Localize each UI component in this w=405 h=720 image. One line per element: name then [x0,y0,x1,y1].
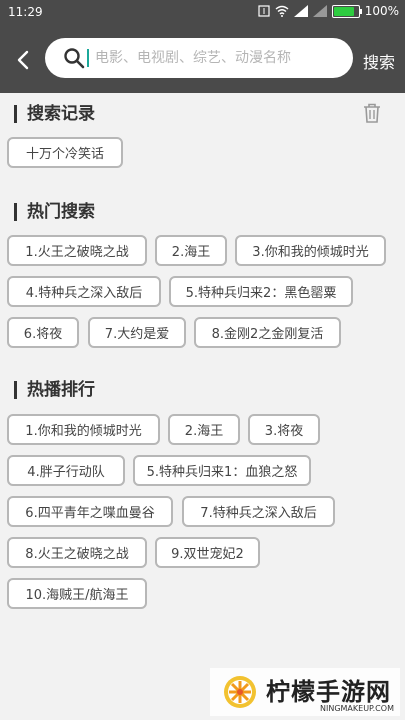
lemon-logo-icon [224,676,256,708]
search-box[interactable] [45,38,353,78]
hot-tag-8[interactable]: 8.金刚2之金刚复活 [194,317,341,348]
rank-tag-4[interactable]: 4.胖子行动队 [7,455,125,486]
rank-tag-7[interactable]: 7.特种兵之深入敌后 [182,496,335,527]
rank-tag-2[interactable]: 2.海王 [168,414,240,445]
rank-tag-9[interactable]: 9.双世宠妃2 [155,537,260,568]
trash-icon[interactable] [362,102,382,124]
history-tag[interactable]: 十万个冷笑话 [7,137,123,168]
rank-tag-6[interactable]: 6.四平青年之喋血曼谷 [7,496,173,527]
status-time: 11:29 [8,5,43,19]
hot-tag-6[interactable]: 6.将夜 [7,317,79,348]
hot-tag-2[interactable]: 2.海王 [155,235,227,266]
search-input[interactable] [95,50,345,66]
back-arrow-icon[interactable] [13,49,35,71]
rank-tag-10[interactable]: 10.海贼王/航海王 [7,578,147,609]
history-title: 搜索记录 [14,105,95,123]
search-button[interactable]: 搜索 [363,49,395,73]
hot-tag-5[interactable]: 5.特种兵归来2：黑色罂粟 [169,276,353,307]
rank-tag-8[interactable]: 8.火王之破晓之战 [7,537,147,568]
status-icons: 100% [258,4,399,18]
battery-percent: 100% [364,4,399,18]
alarm-icon [258,5,270,17]
watermark-text: 柠檬手游网 [266,678,391,706]
search-icon [64,48,85,69]
text-cursor [87,49,89,67]
battery-icon [331,4,362,18]
watermark: 柠檬手游网 NINGMAKEUP.COM [210,668,400,716]
signal-icon [293,5,308,17]
hot-tag-1[interactable]: 1.火王之破晓之战 [7,235,147,266]
hot-tag-7[interactable]: 7.大约是爱 [88,317,186,348]
wifi-icon [275,5,289,17]
rank-tag-3[interactable]: 3.将夜 [248,414,320,445]
hot-tag-3[interactable]: 3.你和我的倾城时光 [235,235,386,266]
rank-tag-1[interactable]: 1.你和我的倾城时光 [7,414,160,445]
hot-tag-4[interactable]: 4.特种兵之深入敌后 [7,276,161,307]
search-header: 搜索 [0,25,405,93]
watermark-sub: NINGMAKEUP.COM [320,704,394,713]
ranking-title: 热播排行 [14,381,95,399]
signal-icon-2 [312,5,327,17]
status-bar: 11:29 100% [0,0,405,25]
hot-title: 热门搜索 [14,203,95,221]
rank-tag-5[interactable]: 5.特种兵归来1：血狼之怒 [133,455,311,486]
